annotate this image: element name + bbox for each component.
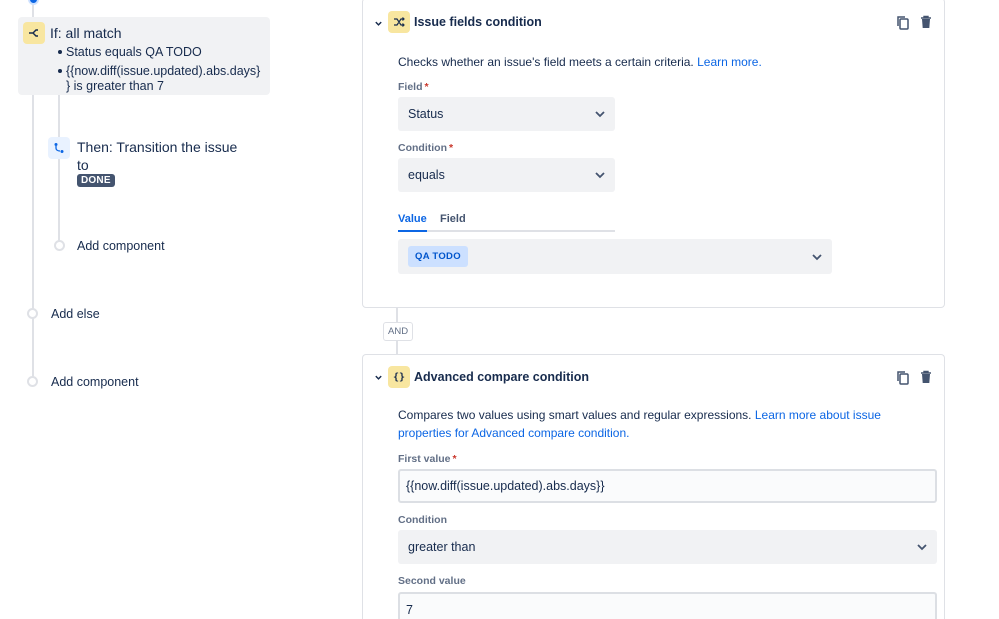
condition-summary-1: Status equals QA TODO bbox=[66, 45, 202, 59]
panel-title: Issue fields condition bbox=[414, 15, 542, 29]
learn-more-link[interactable]: Learn more about issue bbox=[755, 408, 881, 422]
tab-value[interactable]: Value bbox=[398, 213, 427, 225]
condition-summary-2b: } is greater than 7 bbox=[66, 79, 164, 93]
issue-fields-condition-panel: Issue fields condition Checks whether an… bbox=[362, 0, 945, 308]
then-action-title[interactable]: Then: Transition the issue bbox=[77, 139, 237, 155]
field-select[interactable]: Status bbox=[398, 97, 615, 131]
chevron-down-icon[interactable] bbox=[371, 370, 385, 384]
add-else-node bbox=[27, 308, 38, 319]
trash-icon[interactable] bbox=[918, 369, 934, 385]
value-select[interactable]: QA TODO bbox=[398, 239, 832, 274]
second-value-label: Second value bbox=[398, 575, 466, 587]
chevron-down-icon bbox=[810, 250, 824, 264]
required-marker: * bbox=[452, 453, 457, 465]
field-select-value: Status bbox=[408, 107, 444, 121]
condition-label: Condition bbox=[398, 514, 447, 526]
second-value-text: 7 bbox=[406, 603, 413, 617]
required-marker: * bbox=[448, 142, 454, 154]
add-component-node bbox=[54, 240, 65, 251]
add-component-outer-button[interactable]: Add component bbox=[51, 374, 139, 390]
if-condition-card[interactable]: If: all match Status equals QA TODO {{no… bbox=[18, 17, 270, 95]
rail-inner bbox=[58, 95, 60, 245]
second-value-input[interactable]: 7 bbox=[398, 592, 937, 619]
first-value-input[interactable]: {{now.diff(issue.updated).abs.days}} bbox=[398, 469, 937, 503]
condition-select-value: equals bbox=[408, 168, 445, 182]
copy-icon[interactable] bbox=[895, 369, 911, 385]
then-action-title-cont: to bbox=[77, 157, 89, 173]
value-chip: QA TODO bbox=[408, 246, 468, 267]
panel-title: Advanced compare condition bbox=[414, 370, 590, 384]
comparison-select[interactable]: greater than bbox=[398, 530, 937, 564]
field-label: Field * bbox=[398, 81, 429, 93]
condition-label: Condition * bbox=[398, 142, 453, 154]
tab-underline bbox=[398, 230, 615, 232]
learn-more-link[interactable]: Learn more. bbox=[697, 55, 762, 69]
required-marker: * bbox=[424, 81, 429, 93]
braces-icon: {} bbox=[388, 366, 410, 388]
condition-label-text: Condition bbox=[398, 142, 447, 154]
description-text: Checks whether an issue's field meets a … bbox=[398, 55, 694, 69]
transition-icon bbox=[48, 137, 70, 159]
chevron-down-icon bbox=[593, 107, 607, 121]
description-text: Compares two values using smart values a… bbox=[398, 408, 752, 422]
condition-summary-2a: {{now.diff(issue.updated).abs.days} bbox=[66, 64, 261, 78]
bullet bbox=[58, 50, 62, 54]
trash-icon[interactable] bbox=[918, 14, 934, 30]
advanced-compare-condition-panel: {} Advanced compare condition Compares t… bbox=[362, 354, 945, 619]
first-value-label-text: First value bbox=[398, 453, 451, 465]
copy-icon[interactable] bbox=[895, 14, 911, 30]
if-title: If: all match bbox=[50, 25, 122, 41]
add-else-button[interactable]: Add else bbox=[51, 306, 100, 322]
tab-active-indicator bbox=[398, 230, 427, 232]
tab-field[interactable]: Field bbox=[440, 213, 466, 225]
field-label-text: Field bbox=[398, 81, 423, 93]
and-connector: AND bbox=[383, 322, 414, 341]
chevron-down-icon[interactable] bbox=[371, 16, 385, 30]
comparison-select-value: greater than bbox=[408, 540, 476, 554]
rail-top-dot bbox=[28, 0, 39, 5]
bullet bbox=[58, 69, 62, 73]
panel-description: Checks whether an issue's field meets a … bbox=[398, 54, 762, 71]
add-component-node bbox=[27, 376, 38, 387]
shuffle-icon bbox=[388, 11, 410, 33]
condition-select[interactable]: equals bbox=[398, 158, 615, 192]
branch-icon bbox=[23, 22, 45, 44]
first-value-label: First value * bbox=[398, 453, 457, 465]
chevron-down-icon bbox=[593, 168, 607, 182]
panel-description: Compares two values using smart values a… bbox=[398, 407, 928, 424]
status-lozenge: DONE bbox=[77, 174, 115, 187]
first-value-text: {{now.diff(issue.updated).abs.days}} bbox=[406, 479, 605, 493]
learn-more-link-cont[interactable]: properties for Advanced compare conditio… bbox=[398, 425, 629, 442]
add-component-inner-button[interactable]: Add component bbox=[77, 238, 165, 254]
chevron-down-icon bbox=[915, 540, 929, 554]
